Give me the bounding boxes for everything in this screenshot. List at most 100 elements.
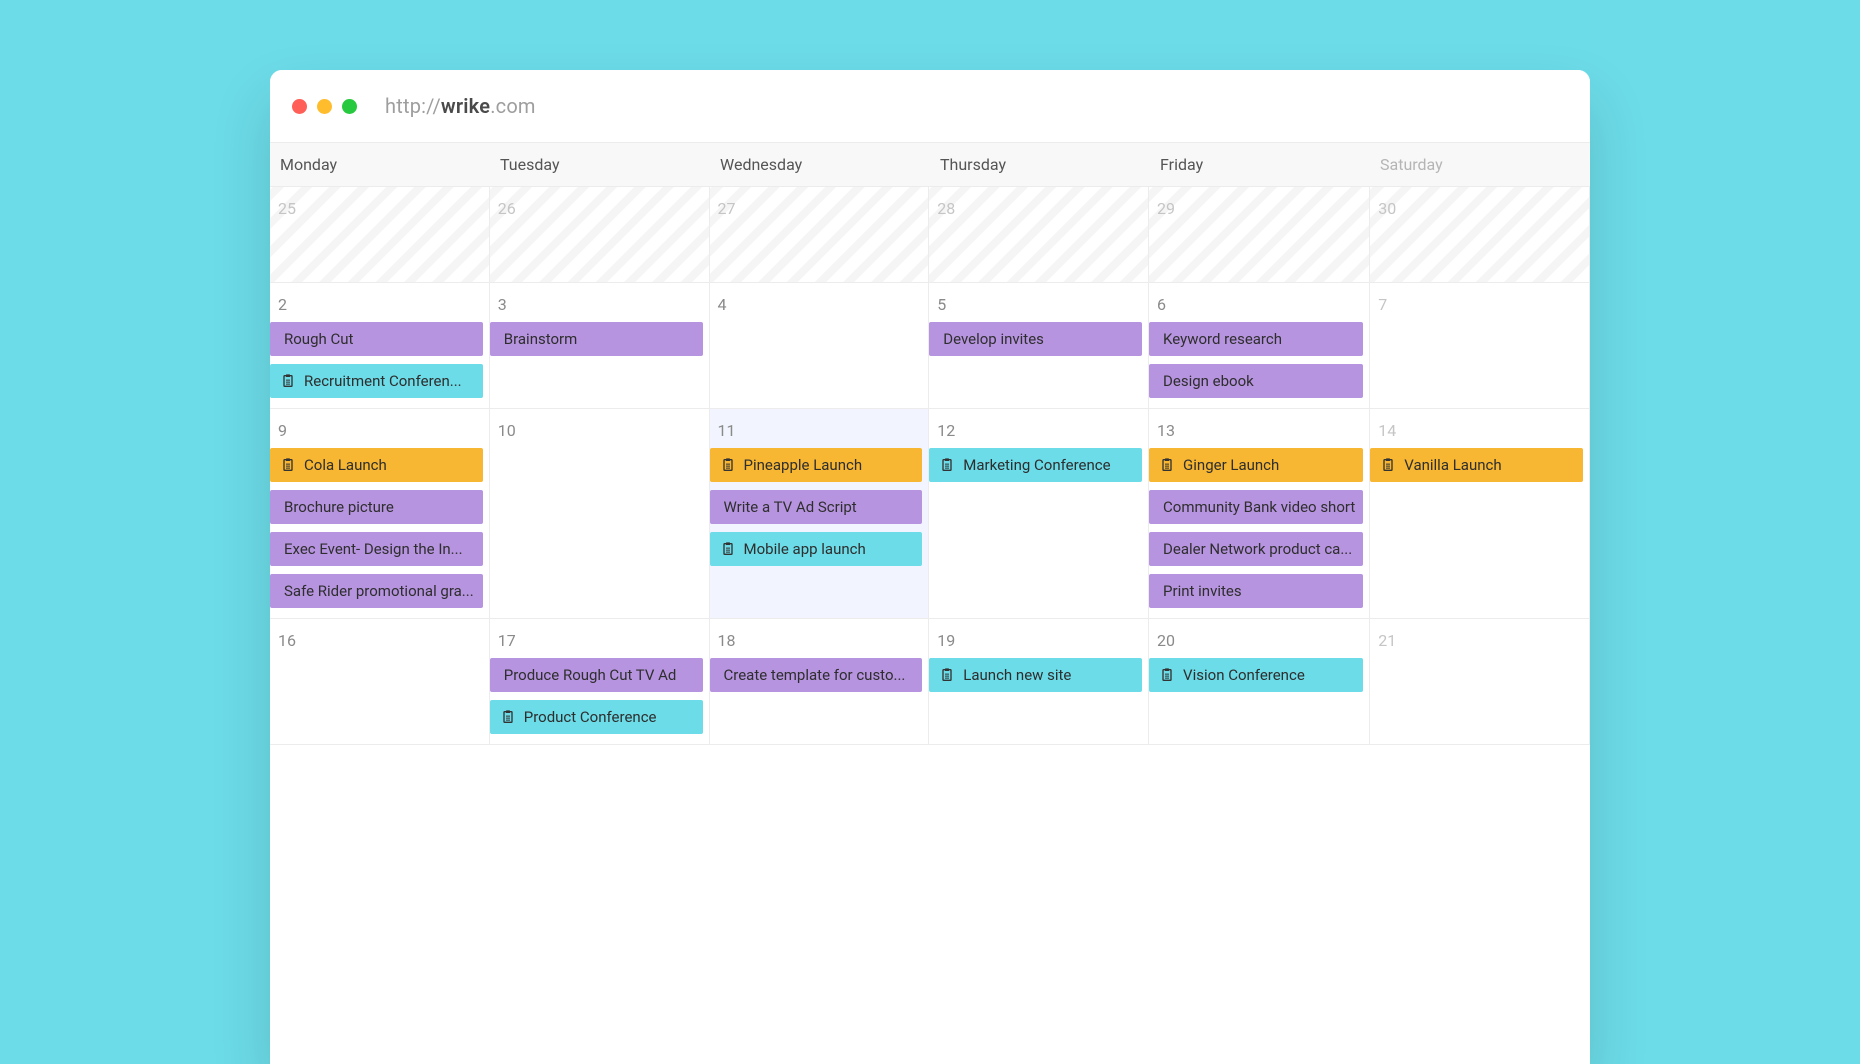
event-label: Product Conference	[524, 708, 657, 726]
calendar-event[interactable]: Product Conference	[490, 700, 703, 734]
day-cell[interactable]: 4	[710, 283, 930, 409]
day-cell[interactable]: 19Launch new site	[929, 619, 1149, 745]
day-cell[interactable]: 7	[1370, 283, 1590, 409]
address-bar[interactable]: http://wrike.com	[385, 94, 536, 118]
day-cell[interactable]: 6 Keyword research Design ebook	[1149, 283, 1370, 409]
clipboard-icon	[939, 667, 955, 683]
day-cell[interactable]: 5 Develop invites	[929, 283, 1149, 409]
calendar-event[interactable]: Brainstorm	[490, 322, 703, 356]
traffic-lights	[292, 99, 357, 114]
calendar-event[interactable]: Mobile app launch	[710, 532, 923, 566]
calendar-grid: 252627282930 2 Rough Cut Recruitment Confer…	[270, 187, 1590, 745]
clipboard-icon	[1159, 667, 1175, 683]
day-number: 30	[1376, 195, 1583, 226]
event-list: Develop invites	[935, 322, 1142, 356]
day-cell[interactable]: 2 Rough Cut Recruitment Conferen...	[270, 283, 490, 409]
calendar-event[interactable]: Dealer Network product ca...	[1149, 532, 1363, 566]
url-prefix: http://	[385, 94, 441, 118]
day-cell[interactable]: 13Ginger LaunchCommunity Bank video shor…	[1149, 409, 1370, 619]
day-number: 12	[935, 417, 1142, 448]
calendar-event[interactable]: Develop invites	[929, 322, 1142, 356]
event-label: Write a TV Ad Script	[724, 498, 857, 516]
event-label: Design ebook	[1163, 372, 1254, 390]
window-close-button[interactable]	[292, 99, 307, 114]
day-number: 3	[496, 291, 703, 322]
weekday-label: Tuesday	[490, 143, 710, 186]
calendar-event[interactable]: Exec Event- Design the In...	[270, 532, 483, 566]
day-cell[interactable]: 29	[1149, 187, 1370, 283]
day-cell[interactable]: 3Brainstorm	[490, 283, 710, 409]
day-cell[interactable]: 27	[710, 187, 930, 283]
calendar-event[interactable]: Create template for custo...	[710, 658, 923, 692]
event-list: Ginger LaunchCommunity Bank video shortD…	[1155, 448, 1363, 608]
event-label: Produce Rough Cut TV Ad	[504, 666, 677, 684]
weekday-label: Thursday	[930, 143, 1150, 186]
day-cell[interactable]: 26	[490, 187, 710, 283]
day-cell[interactable]: 9Cola LaunchBrochure pictureExec Event- …	[270, 409, 490, 619]
day-cell[interactable]: 14Vanilla Launch	[1370, 409, 1590, 619]
day-cell[interactable]: 25	[270, 187, 490, 283]
day-number: 5	[935, 291, 1142, 322]
day-number: 6	[1155, 291, 1363, 322]
event-list: Cola LaunchBrochure pictureExec Event- D…	[276, 448, 483, 608]
event-label: Print invites	[1163, 582, 1242, 600]
calendar-event[interactable]: Community Bank video short	[1149, 490, 1363, 524]
day-cell[interactable]: 28	[929, 187, 1149, 283]
day-cell[interactable]: 17 Produce Rough Cut TV Ad Product Confere…	[490, 619, 710, 745]
event-label: Keyword research	[1163, 330, 1282, 348]
day-cell[interactable]: 12Marketing Conference	[929, 409, 1149, 619]
calendar-event[interactable]: Rough Cut	[270, 322, 483, 356]
day-cell[interactable]: 18Create template for custo...	[710, 619, 930, 745]
calendar-event[interactable]: Pineapple Launch	[710, 448, 923, 482]
url-suffix: .com	[490, 94, 536, 118]
day-number: 19	[935, 627, 1142, 658]
day-cell[interactable]: 11Pineapple LaunchWrite a TV Ad ScriptMo…	[710, 409, 930, 619]
calendar-event[interactable]: Launch new site	[929, 658, 1142, 692]
calendar-event[interactable]: Brochure picture	[270, 490, 483, 524]
day-number: 16	[276, 627, 483, 658]
event-list: Keyword research Design ebook	[1155, 322, 1363, 398]
day-number: 17	[496, 627, 703, 658]
event-label: Vision Conference	[1183, 666, 1305, 684]
calendar-event[interactable]: Write a TV Ad Script	[710, 490, 923, 524]
day-number: 7	[1376, 291, 1583, 322]
calendar-event[interactable]: Safe Rider promotional gra...	[270, 574, 483, 608]
day-cell[interactable]: 20Vision Conference	[1149, 619, 1370, 745]
day-number: 14	[1376, 417, 1583, 448]
event-list: Vision Conference	[1155, 658, 1363, 692]
event-label: Rough Cut	[284, 330, 353, 348]
calendar-event[interactable]: Produce Rough Cut TV Ad	[490, 658, 703, 692]
calendar-event[interactable]: Marketing Conference	[929, 448, 1142, 482]
event-label: Safe Rider promotional gra...	[284, 582, 474, 600]
event-label: Cola Launch	[304, 456, 387, 474]
day-number: 2	[276, 291, 483, 322]
url-domain: wrike	[441, 94, 490, 118]
day-cell[interactable]: 10	[490, 409, 710, 619]
calendar-event[interactable]: Ginger Launch	[1149, 448, 1363, 482]
event-list: Pineapple LaunchWrite a TV Ad ScriptMobi…	[716, 448, 923, 566]
window-maximize-button[interactable]	[342, 99, 357, 114]
clipboard-icon	[720, 541, 736, 557]
calendar-event[interactable]: Keyword research	[1149, 322, 1363, 356]
event-label: Mobile app launch	[744, 540, 866, 558]
day-cell[interactable]: 16	[270, 619, 490, 745]
event-list: Rough Cut Recruitment Conferen...	[276, 322, 483, 398]
event-label: Community Bank video short	[1163, 498, 1355, 516]
day-number: 21	[1376, 627, 1583, 658]
calendar-event[interactable]: Vanilla Launch	[1370, 448, 1583, 482]
calendar-event[interactable]: Recruitment Conferen...	[270, 364, 483, 398]
event-label: Develop invites	[943, 330, 1044, 348]
calendar-event[interactable]: Design ebook	[1149, 364, 1363, 398]
event-label: Recruitment Conferen...	[304, 372, 462, 390]
day-number: 25	[276, 195, 483, 226]
clipboard-icon	[1159, 457, 1175, 473]
calendar-event[interactable]: Vision Conference	[1149, 658, 1363, 692]
clipboard-icon	[500, 709, 516, 725]
calendar-event[interactable]: Print invites	[1149, 574, 1363, 608]
day-cell[interactable]: 30	[1370, 187, 1590, 283]
day-cell[interactable]: 21	[1370, 619, 1590, 745]
clipboard-icon	[280, 373, 296, 389]
calendar-event[interactable]: Cola Launch	[270, 448, 483, 482]
window-minimize-button[interactable]	[317, 99, 332, 114]
day-number: 27	[716, 195, 923, 226]
